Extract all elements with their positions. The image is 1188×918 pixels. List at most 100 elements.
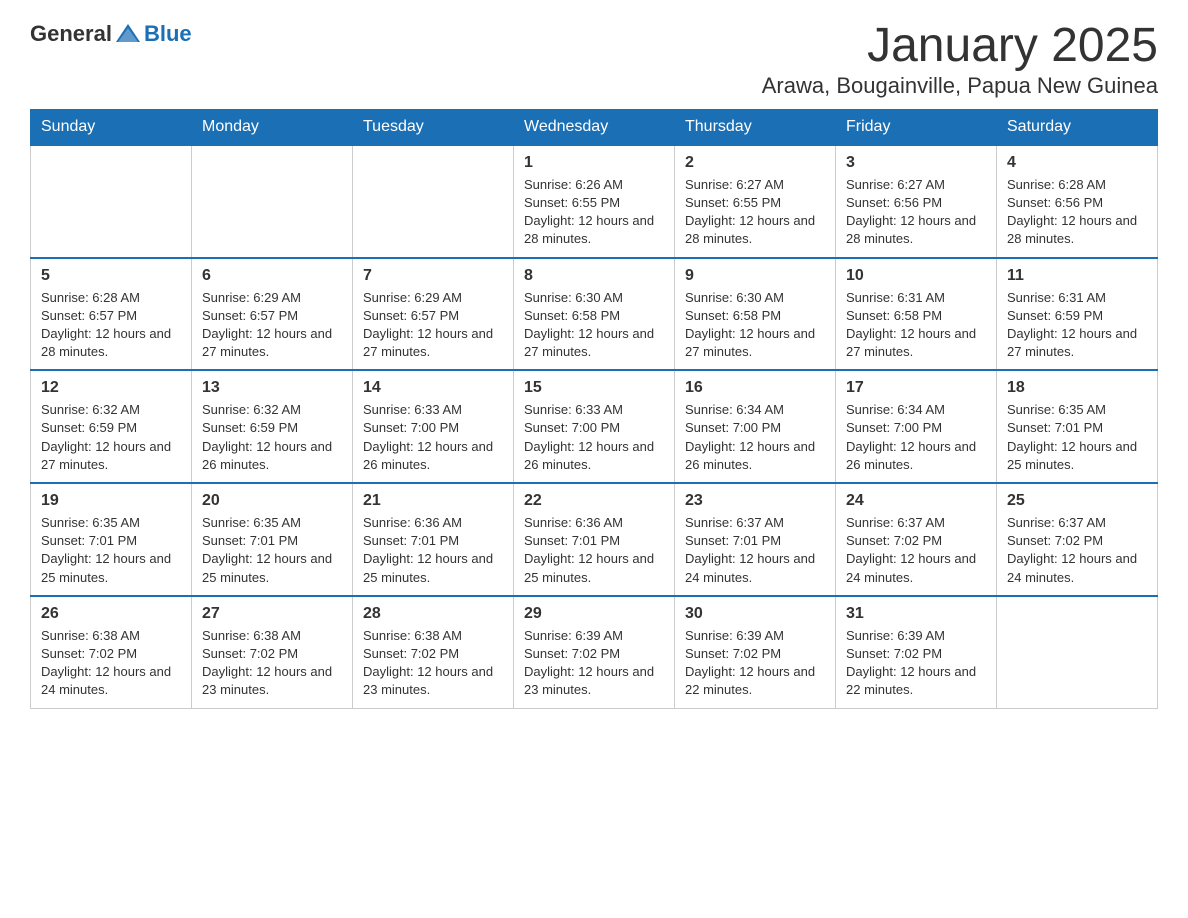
calendar-day-25: 25Sunrise: 6:37 AMSunset: 7:02 PMDayligh… [997, 483, 1158, 596]
day-number: 29 [524, 605, 664, 623]
calendar-day-30: 30 Sunrise: 6:39 AMSunset: 7:02 PMDayligh… [675, 596, 836, 708]
day-number: 10 [846, 267, 986, 285]
calendar-day-20: 20Sunrise: 6:35 AMSunset: 7:01 PMDayligh… [192, 483, 353, 596]
day-number: 27 [202, 605, 342, 623]
day-info: Sunrise: 6:36 AMSunset: 7:01 PMDaylight:… [363, 514, 503, 587]
calendar-day-empty [353, 145, 514, 258]
day-info: Sunrise: 6:34 AMSunset: 7:00 PMDaylight:… [685, 401, 825, 474]
day-number: 3 [846, 154, 986, 172]
calendar-week-row: 1Sunrise: 6:26 AMSunset: 6:55 PMDaylight… [31, 145, 1158, 258]
day-info: Sunrise: 6:31 AMSunset: 6:58 PMDaylight:… [846, 289, 986, 362]
day-number: 6 [202, 267, 342, 285]
day-info: Sunrise: 6:28 AMSunset: 6:56 PMDaylight:… [1007, 176, 1147, 249]
day-info: Sunrise: 6:33 AMSunset: 7:00 PMDaylight:… [524, 401, 664, 474]
day-info: Sunrise: 6:29 AMSunset: 6:57 PMDaylight:… [363, 289, 503, 362]
day-header-sunday: Sunday [31, 109, 192, 145]
day-number: 23 [685, 492, 825, 510]
day-info: Sunrise: 6:31 AMSunset: 6:59 PMDaylight:… [1007, 289, 1147, 362]
day-header-monday: Monday [192, 109, 353, 145]
day-number: 26 [41, 605, 181, 623]
month-title: January 2025 [762, 20, 1158, 73]
calendar-day-9: 9Sunrise: 6:30 AMSunset: 6:58 PMDaylight… [675, 258, 836, 371]
day-info: Sunrise: 6:38 AMSunset: 7:02 PMDaylight:… [363, 627, 503, 700]
day-info: Sunrise: 6:38 AMSunset: 7:02 PMDaylight:… [41, 627, 181, 700]
day-number: 30 [685, 605, 825, 623]
calendar-day-7: 7 Sunrise: 6:29 AMSunset: 6:57 PMDaylight… [353, 258, 514, 371]
day-number: 11 [1007, 267, 1147, 285]
calendar-day-12: 12 Sunrise: 6:32 AMSunset: 6:59 PMDayligh… [31, 370, 192, 483]
calendar-day-23: 23 Sunrise: 6:37 AMSunset: 7:01 PMDayligh… [675, 483, 836, 596]
day-info: Sunrise: 6:33 AMSunset: 7:00 PMDaylight:… [363, 401, 503, 474]
calendar-day-10: 10 Sunrise: 6:31 AMSunset: 6:58 PMDayligh… [836, 258, 997, 371]
calendar-day-4: 4Sunrise: 6:28 AMSunset: 6:56 PMDaylight… [997, 145, 1158, 258]
day-number: 2 [685, 154, 825, 172]
day-header-friday: Friday [836, 109, 997, 145]
day-info: Sunrise: 6:27 AMSunset: 6:55 PMDaylight:… [685, 176, 825, 249]
calendar-day-16: 16 Sunrise: 6:34 AMSunset: 7:00 PMDayligh… [675, 370, 836, 483]
calendar-day-24: 24 Sunrise: 6:37 AMSunset: 7:02 PMDayligh… [836, 483, 997, 596]
day-number: 24 [846, 492, 986, 510]
day-info: Sunrise: 6:26 AMSunset: 6:55 PMDaylight:… [524, 176, 664, 249]
calendar-day-21: 21Sunrise: 6:36 AMSunset: 7:01 PMDayligh… [353, 483, 514, 596]
day-info: Sunrise: 6:39 AMSunset: 7:02 PMDaylight:… [846, 627, 986, 700]
day-info: Sunrise: 6:39 AMSunset: 7:02 PMDaylight:… [524, 627, 664, 700]
day-number: 14 [363, 379, 503, 397]
day-info: Sunrise: 6:28 AMSunset: 6:57 PMDaylight:… [41, 289, 181, 362]
day-info: Sunrise: 6:32 AMSunset: 6:59 PMDaylight:… [202, 401, 342, 474]
calendar-day-empty [997, 596, 1158, 708]
day-info: Sunrise: 6:35 AMSunset: 7:01 PMDaylight:… [1007, 401, 1147, 474]
calendar-day-31: 31 Sunrise: 6:39 AMSunset: 7:02 PMDayligh… [836, 596, 997, 708]
day-info: Sunrise: 6:30 AMSunset: 6:58 PMDaylight:… [685, 289, 825, 362]
calendar-day-22: 22Sunrise: 6:36 AMSunset: 7:01 PMDayligh… [514, 483, 675, 596]
calendar-day-1: 1Sunrise: 6:26 AMSunset: 6:55 PMDaylight… [514, 145, 675, 258]
logo-general-text: General [30, 21, 112, 47]
calendar-day-27: 27 Sunrise: 6:38 AMSunset: 7:02 PMDayligh… [192, 596, 353, 708]
logo-blue-text: Blue [144, 21, 192, 47]
day-number: 31 [846, 605, 986, 623]
day-number: 17 [846, 379, 986, 397]
calendar-table: SundayMondayTuesdayWednesdayThursdayFrid… [30, 109, 1158, 709]
calendar-day-15: 15 Sunrise: 6:33 AMSunset: 7:00 PMDayligh… [514, 370, 675, 483]
day-number: 12 [41, 379, 181, 397]
day-header-wednesday: Wednesday [514, 109, 675, 145]
day-header-saturday: Saturday [997, 109, 1158, 145]
day-number: 18 [1007, 379, 1147, 397]
day-info: Sunrise: 6:27 AMSunset: 6:56 PMDaylight:… [846, 176, 986, 249]
calendar-day-empty [192, 145, 353, 258]
day-info: Sunrise: 6:29 AMSunset: 6:57 PMDaylight:… [202, 289, 342, 362]
calendar-day-29: 29 Sunrise: 6:39 AMSunset: 7:02 PMDayligh… [514, 596, 675, 708]
day-number: 7 [363, 267, 503, 285]
day-number: 16 [685, 379, 825, 397]
day-number: 13 [202, 379, 342, 397]
day-number: 28 [363, 605, 503, 623]
logo: General Blue [30, 20, 192, 48]
calendar-day-28: 28 Sunrise: 6:38 AMSunset: 7:02 PMDayligh… [353, 596, 514, 708]
calendar-day-17: 17 Sunrise: 6:34 AMSunset: 7:00 PMDayligh… [836, 370, 997, 483]
calendar-header-row: SundayMondayTuesdayWednesdayThursdayFrid… [31, 109, 1158, 145]
calendar-day-8: 8Sunrise: 6:30 AMSunset: 6:58 PMDaylight… [514, 258, 675, 371]
calendar-day-13: 13 Sunrise: 6:32 AMSunset: 6:59 PMDayligh… [192, 370, 353, 483]
day-info: Sunrise: 6:37 AMSunset: 7:02 PMDaylight:… [846, 514, 986, 587]
calendar-week-row: 12 Sunrise: 6:32 AMSunset: 6:59 PMDayligh… [31, 370, 1158, 483]
day-number: 20 [202, 492, 342, 510]
day-info: Sunrise: 6:38 AMSunset: 7:02 PMDaylight:… [202, 627, 342, 700]
logo-icon [114, 20, 142, 48]
calendar-day-14: 14 Sunrise: 6:33 AMSunset: 7:00 PMDayligh… [353, 370, 514, 483]
page-header: General Blue January 2025 Arawa, Bougain… [30, 20, 1158, 99]
day-number: 15 [524, 379, 664, 397]
day-info: Sunrise: 6:30 AMSunset: 6:58 PMDaylight:… [524, 289, 664, 362]
calendar-day-11: 11 Sunrise: 6:31 AMSunset: 6:59 PMDayligh… [997, 258, 1158, 371]
calendar-week-row: 5 Sunrise: 6:28 AMSunset: 6:57 PMDaylight… [31, 258, 1158, 371]
day-number: 5 [41, 267, 181, 285]
day-info: Sunrise: 6:37 AMSunset: 7:01 PMDaylight:… [685, 514, 825, 587]
day-info: Sunrise: 6:32 AMSunset: 6:59 PMDaylight:… [41, 401, 181, 474]
day-info: Sunrise: 6:34 AMSunset: 7:00 PMDaylight:… [846, 401, 986, 474]
calendar-week-row: 26 Sunrise: 6:38 AMSunset: 7:02 PMDayligh… [31, 596, 1158, 708]
title-section: January 2025 Arawa, Bougainville, Papua … [762, 20, 1158, 99]
day-info: Sunrise: 6:36 AMSunset: 7:01 PMDaylight:… [524, 514, 664, 587]
calendar-day-26: 26 Sunrise: 6:38 AMSunset: 7:02 PMDayligh… [31, 596, 192, 708]
day-number: 19 [41, 492, 181, 510]
calendar-day-empty [31, 145, 192, 258]
day-info: Sunrise: 6:39 AMSunset: 7:02 PMDaylight:… [685, 627, 825, 700]
calendar-day-2: 2 Sunrise: 6:27 AMSunset: 6:55 PMDaylight… [675, 145, 836, 258]
